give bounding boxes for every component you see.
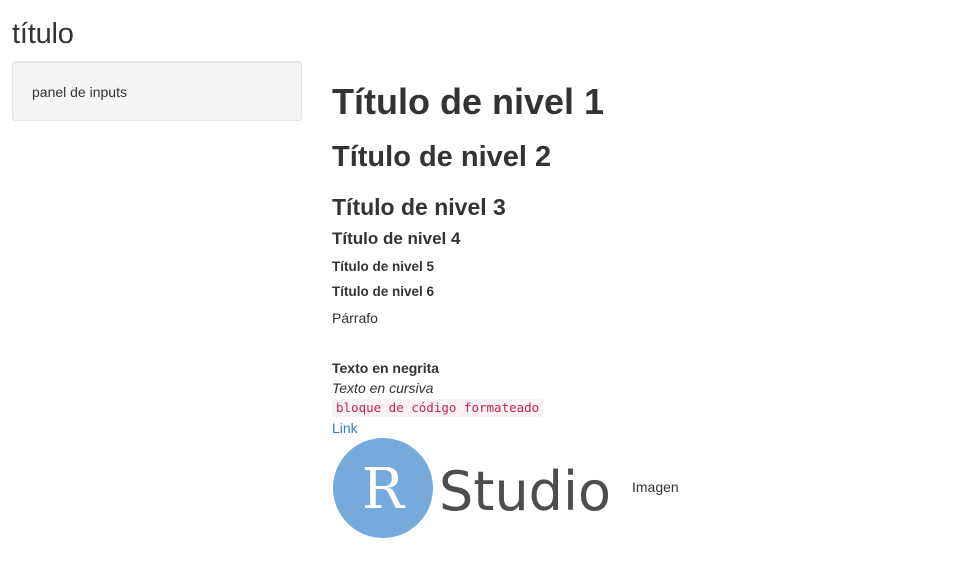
heading-level-1: Título de nivel 1 [332,81,605,122]
image-caption: Imagen [632,479,679,495]
heading-level-3: Título de nivel 3 [332,194,506,220]
italic-text: Texto en cursiva [332,380,434,396]
sidebar-panel: panel de inputs [12,61,302,121]
logo-word: Studio [439,460,611,523]
logo-letter: R [362,457,406,522]
page-title: título [12,18,74,50]
rstudio-logo-image: R Studio [333,438,611,538]
paragraph: Párrafo [332,310,378,326]
sidebar-panel-label: panel de inputs [32,84,127,100]
code-block: bloque de código formateado [332,399,544,417]
link[interactable]: Link [332,419,358,437]
heading-level-5: Título de nivel 5 [332,259,435,274]
bold-text: Texto en negrita [332,360,440,376]
heading-level-2: Título de nivel 2 [332,141,552,173]
heading-level-6: Título de nivel 6 [332,284,435,299]
heading-level-4: Título de nivel 4 [332,229,461,248]
